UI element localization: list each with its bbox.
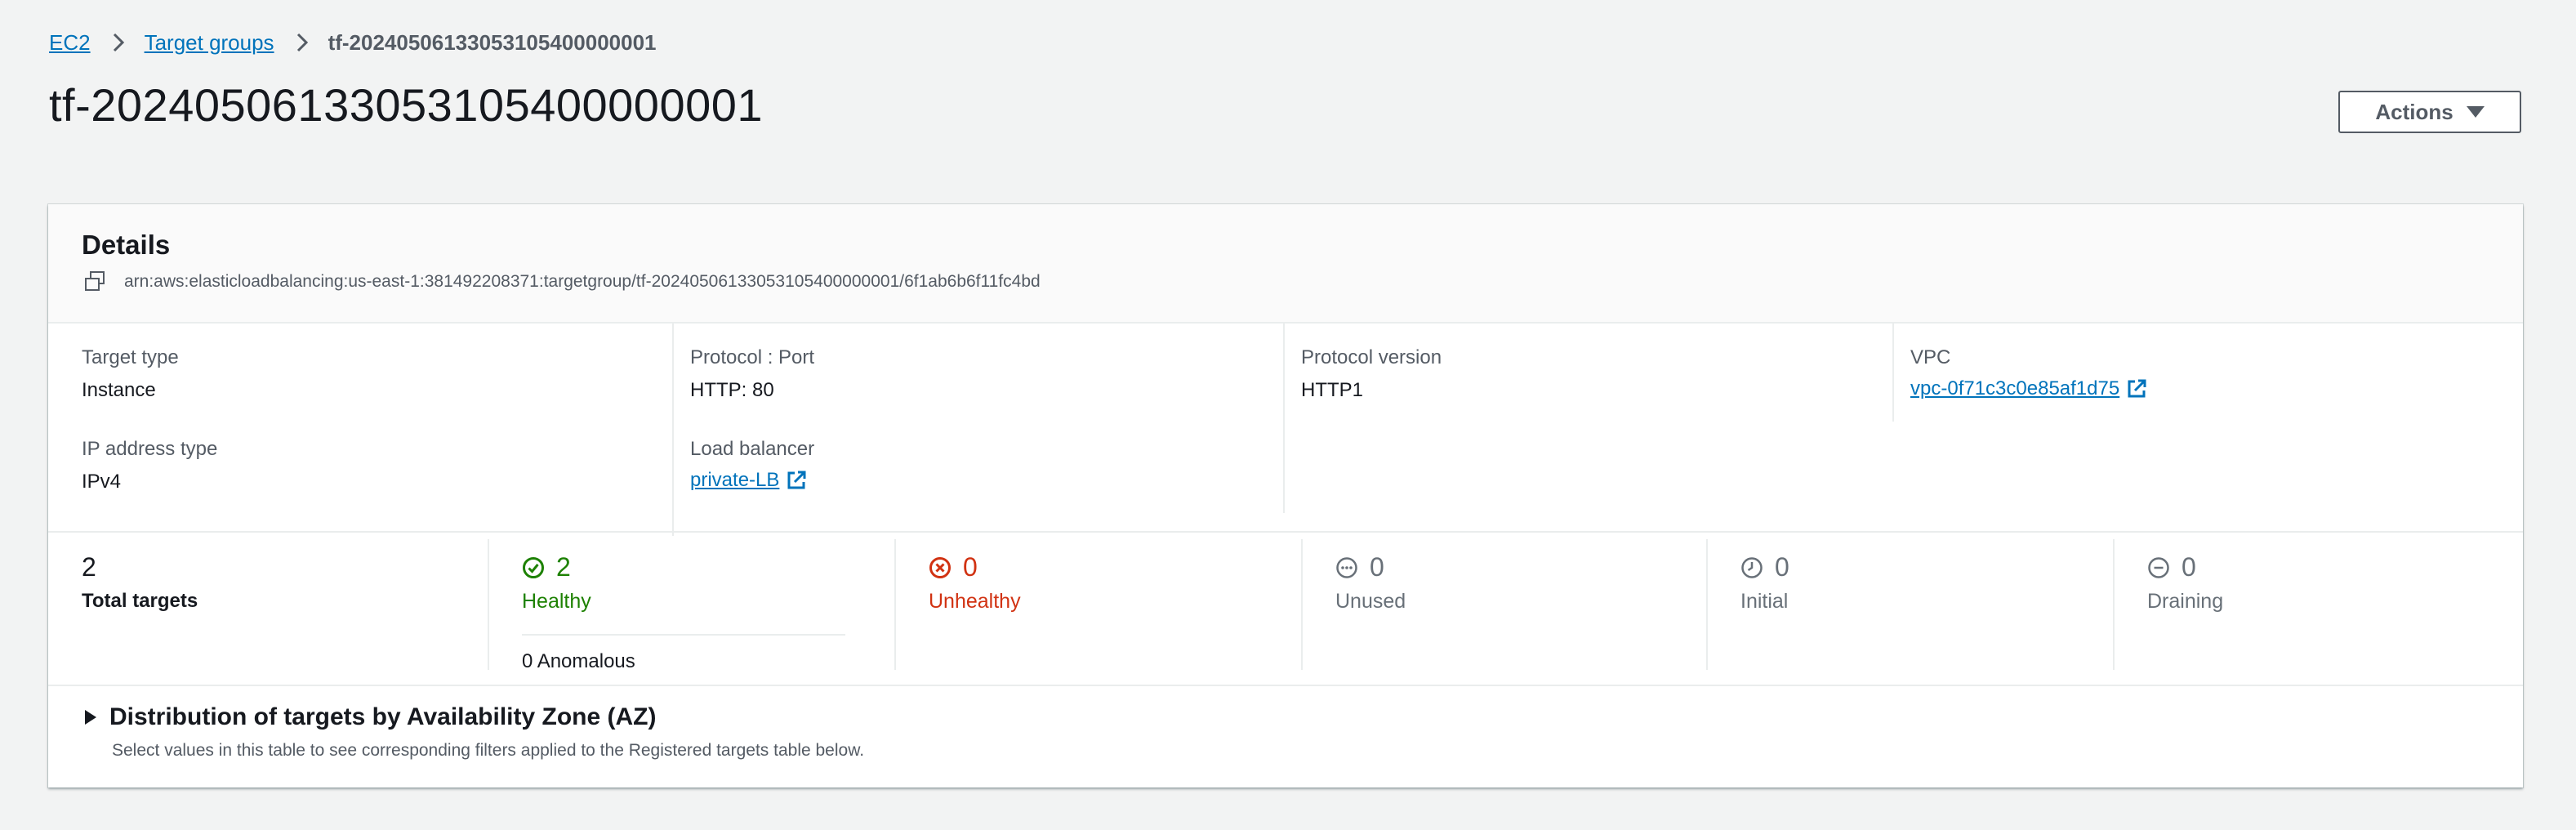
- unused-count-row: 0: [1335, 552, 1384, 582]
- unhealthy-count-row: 0: [929, 552, 978, 582]
- stat-initial[interactable]: 0 Initial: [1706, 539, 2113, 670]
- healthy-label: Healthy: [522, 590, 591, 613]
- check-circle-icon: [523, 556, 544, 578]
- total-targets-label: Total targets: [82, 590, 198, 612]
- protocol-version-label: Protocol version: [1301, 346, 1442, 368]
- external-link-icon: [787, 471, 806, 489]
- distribution-title: Distribution of targets by Availability …: [109, 703, 657, 730]
- vpc-label: VPC: [1910, 346, 1951, 368]
- copy-icon[interactable]: [85, 271, 106, 292]
- arn-text: arn:aws:elasticloadbalancing:us-east-1:3…: [124, 272, 1041, 291]
- healthy-count: 2: [556, 552, 571, 582]
- healthy-count-row: 2: [522, 552, 571, 582]
- x-circle-icon: [929, 556, 951, 578]
- draining-count-row: 0: [2147, 552, 2196, 582]
- stat-draining[interactable]: 0 Draining: [2113, 539, 2521, 670]
- clock-icon: [1741, 556, 1763, 578]
- vpc-value[interactable]: vpc-0f71c3c0e85af1d75: [1910, 377, 2119, 400]
- actions-button-label: Actions: [2375, 99, 2453, 124]
- unhealthy-label: Unhealthy: [929, 590, 1021, 613]
- chevron-right-icon: [286, 29, 319, 56]
- protocol-port-label: Protocol : Port: [690, 346, 815, 368]
- vpc-link[interactable]: vpc-0f71c3c0e85af1d75: [1910, 377, 2147, 400]
- details-col-3: Protocol version HTTP1: [1283, 324, 1892, 513]
- section-divider: [48, 531, 2523, 533]
- caret-down-icon: [2466, 106, 2485, 118]
- minus-circle-icon: [2148, 556, 2169, 578]
- details-container: Details arn:aws:elasticloadbalancing:us-…: [48, 204, 2523, 788]
- unused-count: 0: [1370, 552, 1384, 582]
- details-col-1: Target type Instance IP address type IPv…: [48, 324, 672, 536]
- details-col-4: VPC vpc-0f71c3c0e85af1d75: [1892, 324, 2521, 422]
- initial-count-row: 0: [1740, 552, 1789, 582]
- load-balancer-value[interactable]: private-LB: [690, 469, 779, 492]
- breadcrumb-target-groups[interactable]: Target groups: [145, 30, 274, 56]
- breadcrumb-current: tf-20240506133053105400000001: [328, 29, 657, 55]
- ellipsis-circle-icon: [1336, 556, 1357, 578]
- stat-healthy[interactable]: 2 Healthy 0 Anomalous: [488, 539, 894, 672]
- ip-address-type-label: IP address type: [82, 438, 218, 460]
- distribution-expander[interactable]: Distribution of targets by Availability …: [85, 703, 656, 731]
- ip-address-type-value: IPv4: [82, 471, 122, 493]
- breadcrumb: EC2 Target groups tf-2024050613305310540…: [49, 29, 657, 56]
- distribution-description: Select values in this table to see corre…: [112, 741, 865, 760]
- protocol-port-value: HTTP: 80: [690, 379, 774, 401]
- unused-label: Unused: [1335, 590, 1406, 613]
- arn-row: arn:aws:elasticloadbalancing:us-east-1:3…: [85, 271, 1041, 292]
- chevron-right-icon: [102, 29, 135, 56]
- details-title: Details: [82, 230, 171, 260]
- initial-label: Initial: [1740, 590, 1789, 613]
- actions-button[interactable]: Actions: [2338, 91, 2521, 133]
- caret-right-icon: [85, 710, 96, 725]
- target-type-value: Instance: [82, 379, 156, 401]
- page-title: tf-20240506133053105400000001: [49, 79, 764, 131]
- draining-label: Draining: [2147, 590, 2224, 613]
- stat-unused[interactable]: 0 Unused: [1301, 539, 1706, 670]
- stat-total: 2 Total targets: [48, 539, 488, 670]
- protocol-version-value: HTTP1: [1301, 379, 1364, 401]
- external-link-icon: [2128, 379, 2146, 398]
- breadcrumb-ec2[interactable]: EC2: [49, 30, 91, 56]
- stat-unhealthy[interactable]: 0 Unhealthy: [894, 539, 1301, 670]
- draining-count: 0: [2182, 552, 2196, 582]
- initial-count: 0: [1775, 552, 1789, 582]
- total-targets-count: 2: [82, 552, 96, 582]
- load-balancer-link[interactable]: private-LB: [690, 469, 807, 492]
- anomalous-count: 0 Anomalous: [522, 650, 635, 672]
- details-header: Details arn:aws:elasticloadbalancing:us-…: [48, 204, 2523, 324]
- unhealthy-count: 0: [963, 552, 978, 582]
- section-divider: [48, 685, 2523, 686]
- details-col-2: Protocol : Port HTTP: 80 Load balancer p…: [672, 324, 1283, 536]
- target-type-label: Target type: [82, 346, 179, 368]
- load-balancer-label: Load balancer: [690, 438, 815, 460]
- healthy-sub-divider: [522, 634, 845, 636]
